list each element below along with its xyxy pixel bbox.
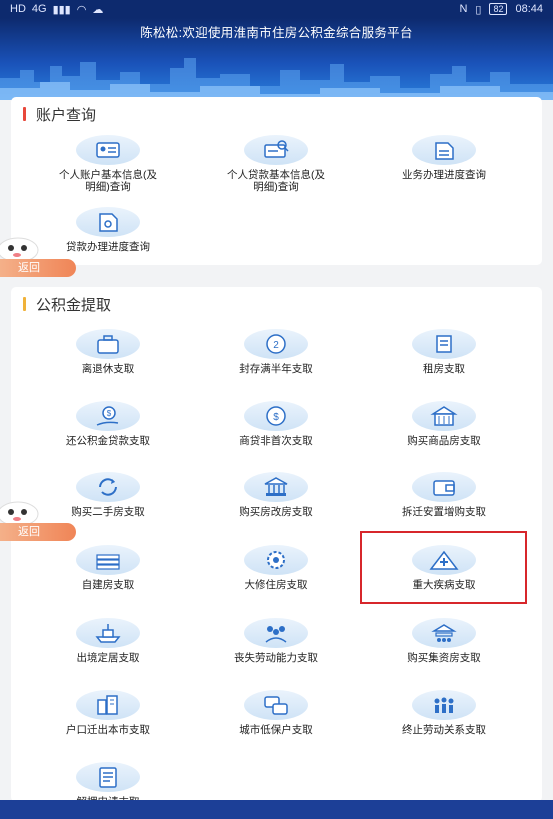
nfc-icon: N (459, 3, 468, 15)
withdraw-item[interactable]: 购买商品房支取 (369, 401, 519, 447)
item-label: 还公积金贷款支取 (66, 435, 150, 447)
form-icon (99, 767, 117, 788)
status-bar: HD 4G ▮▮▮ ◠ ☁ N ▯ 82 08:44 (0, 0, 553, 18)
network-indicator: 4G (31, 3, 47, 15)
account-item-business-progress[interactable]: 业务办理进度查询 (369, 135, 519, 181)
vibrate-icon: ▯ (475, 3, 482, 16)
wallet-icon (433, 480, 455, 496)
back-label: 返回 (0, 259, 76, 277)
wifi-icon: ◠ (76, 3, 87, 16)
city-skyline-image (0, 58, 553, 100)
section-accent-bar (23, 297, 26, 311)
account-item-loan-progress[interactable]: 贷款办理进度查询 (33, 207, 183, 253)
greeting-text: 陈松松:欢迎使用淮南市住房公积金综合服务平台 (140, 26, 413, 40)
item-label: 购买集资房支取 (407, 652, 481, 664)
item-label: 租房支取 (423, 363, 465, 375)
bottom-bar (0, 800, 553, 819)
cloud-icon: ☁ (92, 3, 104, 16)
item-label-line2: 明细)查询 (85, 181, 131, 193)
withdraw-item[interactable]: 购买集资房支取 (369, 618, 519, 664)
money-hand-icon: $ (96, 406, 119, 426)
group-icon (265, 626, 287, 643)
withdraw-item[interactable]: 拆迁安置增购支取 (369, 472, 519, 518)
pavilion-icon (431, 624, 457, 642)
cash-stack-icon (96, 554, 120, 570)
coin-icon: $ (266, 406, 286, 426)
float-back-button[interactable]: 返回 (0, 237, 78, 281)
ship-icon (95, 624, 121, 643)
svg-text:$: $ (107, 409, 112, 418)
withdraw-item[interactable]: 离退休支取 (33, 329, 183, 375)
item-label: 户口迁出本市支取 (66, 724, 150, 736)
item-label: 个人贷款基本信息(及 (227, 169, 325, 181)
signal-icon: ▮▮▮ (52, 3, 71, 16)
briefcase-icon (97, 335, 119, 354)
item-label-line2: 明细)查询 (253, 181, 299, 193)
withdraw-item[interactable]: 购买二手房支取 (33, 472, 183, 518)
scroll-icon (436, 335, 452, 353)
gear-icon (267, 551, 285, 569)
people-icon (434, 697, 454, 713)
account-query-header: 账户查询 (23, 104, 96, 124)
item-label: 商贷非首次支取 (239, 435, 313, 447)
battery-icon: 82 (489, 3, 508, 15)
svg-text:2: 2 (273, 340, 279, 351)
building-icon (430, 406, 458, 426)
bank-icon (264, 477, 288, 496)
loan-doc-icon (99, 213, 118, 232)
status-right: N ▯ 82 08:44 (459, 3, 543, 16)
item-label: 出境定居支取 (76, 652, 140, 664)
header-banner: 陈松松:欢迎使用淮南市住房公积金综合服务平台 (0, 18, 553, 100)
withdraw-item[interactable]: 出境定居支取 (33, 618, 183, 664)
chat-icon (264, 696, 288, 715)
withdraw-item[interactable]: 丧失劳动能力支取 (201, 618, 351, 664)
item-label: 丧失劳动能力支取 (234, 652, 318, 664)
withdraw-item[interactable]: 购买房改房支取 (201, 472, 351, 518)
item-label: 购买房改房支取 (239, 506, 313, 518)
withdraw-item[interactable]: $ 还公积金贷款支取 (33, 401, 183, 447)
withdraw-item[interactable]: 大修住房支取 (201, 545, 351, 591)
svg-text:$: $ (273, 412, 279, 423)
withdraw-item[interactable]: 租房支取 (369, 329, 519, 375)
item-label: 购买商品房支取 (407, 435, 481, 447)
status-left: HD 4G ▮▮▮ ◠ ☁ (10, 3, 103, 16)
item-label: 离退休支取 (81, 363, 135, 375)
withdraw-item[interactable]: 自建房支取 (33, 545, 183, 591)
account-item-personal-info[interactable]: 个人账户基本信息(及 明细)查询 (33, 135, 183, 193)
section-title: 账户查询 (36, 106, 97, 124)
withdraw-item[interactable]: 城市低保户支取 (201, 690, 351, 736)
item-label: 业务办理进度查询 (402, 169, 486, 181)
hd-indicator: HD (10, 3, 26, 15)
account-query-card: 账户查询 个人账户基本信息(及 明细)查询 个人贷款基本信息(及 明细)查询 业… (11, 97, 542, 265)
item-label: 拆迁安置增购支取 (402, 506, 486, 518)
item-label: 购买二手房支取 (71, 506, 145, 518)
loan-search-icon (264, 140, 289, 158)
document-icon (435, 142, 454, 160)
highlight-box (360, 531, 527, 604)
item-label: 终止劳动关系支取 (402, 724, 486, 736)
clock-time: 08:44 (515, 3, 543, 15)
withdraw-item[interactable]: 2 封存满半年支取 (201, 329, 351, 375)
item-label: 封存满半年支取 (239, 363, 313, 375)
item-label: 自建房支取 (81, 579, 135, 591)
back-label: 返回 (0, 523, 76, 541)
float-back-button[interactable]: 返回 (0, 501, 78, 545)
city-icon (97, 695, 118, 715)
withdrawal-header: 公积金提取 (23, 294, 111, 314)
item-label: 贷款办理进度查询 (66, 241, 150, 253)
item-label: 个人账户基本信息(及 (59, 169, 157, 181)
withdraw-item[interactable]: $ 商贷非首次支取 (201, 401, 351, 447)
id-card-icon (96, 142, 120, 158)
section-accent-bar (23, 107, 26, 121)
clock-icon: 2 (266, 334, 286, 354)
account-item-loan-info[interactable]: 个人贷款基本信息(及 明细)查询 (201, 135, 351, 193)
item-label: 城市低保户支取 (239, 724, 313, 736)
refresh-icon (99, 478, 117, 496)
withdraw-item[interactable]: 终止劳动关系支取 (369, 690, 519, 736)
item-label: 大修住房支取 (244, 579, 308, 591)
withdraw-item[interactable]: 户口迁出本市支取 (33, 690, 183, 736)
section-title: 公积金提取 (36, 296, 112, 314)
